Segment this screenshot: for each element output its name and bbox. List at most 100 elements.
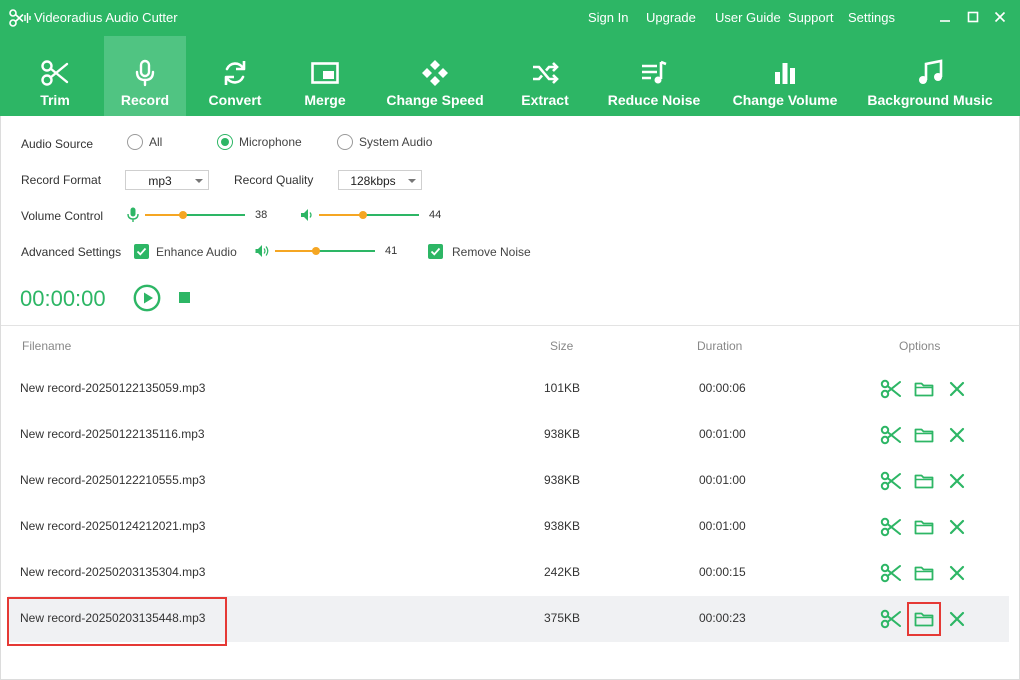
minimize-button[interactable]: [936, 8, 954, 26]
shuffle-icon: [530, 58, 560, 88]
delete-icon[interactable]: [946, 516, 968, 538]
window-border: [0, 116, 1, 680]
maximize-button[interactable]: [964, 8, 982, 26]
delete-icon[interactable]: [946, 470, 968, 492]
remove-noise-checkbox[interactable]: [428, 244, 443, 259]
file-size: 938KB: [544, 473, 581, 487]
enhance-audio-slider[interactable]: [275, 245, 375, 257]
slider-thumb[interactable]: [312, 247, 320, 255]
tool-trim[interactable]: Trim: [6, 36, 104, 116]
radio-all-label: All: [149, 135, 163, 149]
table-row[interactable]: New record-20250122135059.mp3 101KB 00:0…: [8, 366, 1009, 412]
file-name: New record-20250122135116.mp3: [20, 427, 205, 441]
tool-convert[interactable]: Convert: [192, 36, 278, 116]
tool-reduce-noise[interactable]: Reduce Noise: [600, 36, 708, 116]
tool-merge[interactable]: Merge: [284, 36, 366, 116]
convert-icon: [220, 58, 250, 88]
bar-chart-icon: [770, 58, 800, 88]
tool-label: Trim: [40, 92, 70, 108]
user-guide-link[interactable]: User Guide: [715, 10, 781, 25]
slider-fill: [145, 214, 183, 216]
column-header-filename: Filename: [22, 339, 72, 353]
gamepad-icon: [420, 58, 450, 88]
scissors-icon: [40, 58, 70, 88]
delete-icon[interactable]: [946, 378, 968, 400]
table-row[interactable]: New record-20250124212021.mp3 938KB 00:0…: [8, 504, 1009, 550]
scissors-icon[interactable]: [880, 424, 902, 446]
audio-source-label: Audio Source: [21, 137, 94, 151]
settings-link[interactable]: Settings: [848, 10, 895, 25]
record-format-value: mp3: [148, 174, 172, 188]
column-header-duration: Duration: [697, 339, 743, 353]
tool-label: Reduce Noise: [607, 92, 701, 108]
record-format-label: Record Format: [21, 173, 102, 187]
folder-icon[interactable]: [913, 424, 935, 446]
folder-icon[interactable]: [913, 608, 935, 630]
column-header-options: Options: [899, 339, 941, 353]
scissors-icon[interactable]: [880, 470, 902, 492]
merge-icon: [310, 58, 340, 88]
folder-icon[interactable]: [913, 470, 935, 492]
delete-icon[interactable]: [946, 608, 968, 630]
file-name: New record-20250203135304.mp3: [20, 565, 206, 579]
support-link[interactable]: Support: [788, 10, 834, 25]
chevron-down-icon: [408, 179, 416, 183]
advanced-settings-label: Advanced Settings: [21, 245, 122, 259]
folder-icon[interactable]: [913, 378, 935, 400]
section-divider: [0, 325, 1020, 326]
enhance-audio-label: Enhance Audio: [156, 245, 237, 259]
tool-record[interactable]: Record: [104, 36, 186, 116]
tool-extract[interactable]: Extract: [505, 36, 585, 116]
radio-system-audio-label: System Audio: [359, 135, 433, 149]
mic-volume-slider[interactable]: [145, 209, 245, 221]
close-window-button[interactable]: [991, 8, 1009, 26]
folder-icon[interactable]: [913, 562, 935, 584]
tool-label: Record: [120, 92, 170, 108]
play-button[interactable]: [133, 284, 161, 312]
scissors-icon[interactable]: [880, 516, 902, 538]
delete-icon[interactable]: [946, 424, 968, 446]
tool-label: Change Volume: [732, 92, 838, 108]
file-size: 375KB: [544, 611, 581, 625]
tool-change-volume[interactable]: Change Volume: [727, 36, 843, 116]
folder-icon[interactable]: [913, 516, 935, 538]
microphone-icon: [126, 207, 140, 223]
table-row[interactable]: New record-20250203135304.mp3 242KB 00:0…: [8, 550, 1009, 596]
file-duration: 00:01:00: [699, 427, 746, 441]
file-size: 101KB: [544, 381, 581, 395]
file-name: New record-20250122135059.mp3: [20, 381, 206, 395]
table-row[interactable]: New record-20250122210555.mp3 938KB 00:0…: [8, 458, 1009, 504]
record-quality-select[interactable]: 128kbps: [338, 170, 422, 190]
title-bar: Videoradius Audio Cutter Sign In Upgrade…: [0, 0, 1020, 36]
app-logo-icon: [9, 9, 31, 27]
file-size: 242KB: [544, 565, 581, 579]
enhance-audio-checkbox[interactable]: [134, 244, 149, 259]
radio-system-audio[interactable]: [337, 134, 353, 150]
file-name: New record-20250124212021.mp3: [20, 519, 206, 533]
system-volume-value: 44: [429, 209, 442, 221]
main-toolbar: Trim Record Convert Merge Change Speed E…: [0, 36, 1020, 116]
scissors-icon[interactable]: [880, 378, 902, 400]
record-format-select[interactable]: mp3: [125, 170, 209, 190]
radio-microphone[interactable]: [217, 134, 233, 150]
delete-icon[interactable]: [946, 562, 968, 584]
mic-volume-value: 38: [255, 209, 268, 221]
record-quality-label: Record Quality: [234, 173, 314, 187]
stop-button[interactable]: [179, 292, 190, 303]
slider-thumb[interactable]: [359, 211, 367, 219]
scissors-icon[interactable]: [880, 608, 902, 630]
tool-label: Extract: [521, 92, 569, 108]
radio-all[interactable]: [127, 134, 143, 150]
slider-thumb[interactable]: [179, 211, 187, 219]
file-duration: 00:01:00: [699, 519, 746, 533]
reduce-noise-icon: [639, 58, 669, 88]
tool-background-music[interactable]: Background Music: [860, 36, 1000, 116]
scissors-icon[interactable]: [880, 562, 902, 584]
remove-noise-label: Remove Noise: [452, 245, 531, 259]
sign-in-link[interactable]: Sign In: [588, 10, 628, 25]
upgrade-link[interactable]: Upgrade: [646, 10, 696, 25]
table-row-selected[interactable]: New record-20250203135448.mp3 375KB 00:0…: [8, 596, 1009, 642]
table-row[interactable]: New record-20250122135116.mp3 938KB 00:0…: [8, 412, 1009, 458]
system-volume-slider[interactable]: [319, 209, 419, 221]
tool-change-speed[interactable]: Change Speed: [378, 36, 492, 116]
